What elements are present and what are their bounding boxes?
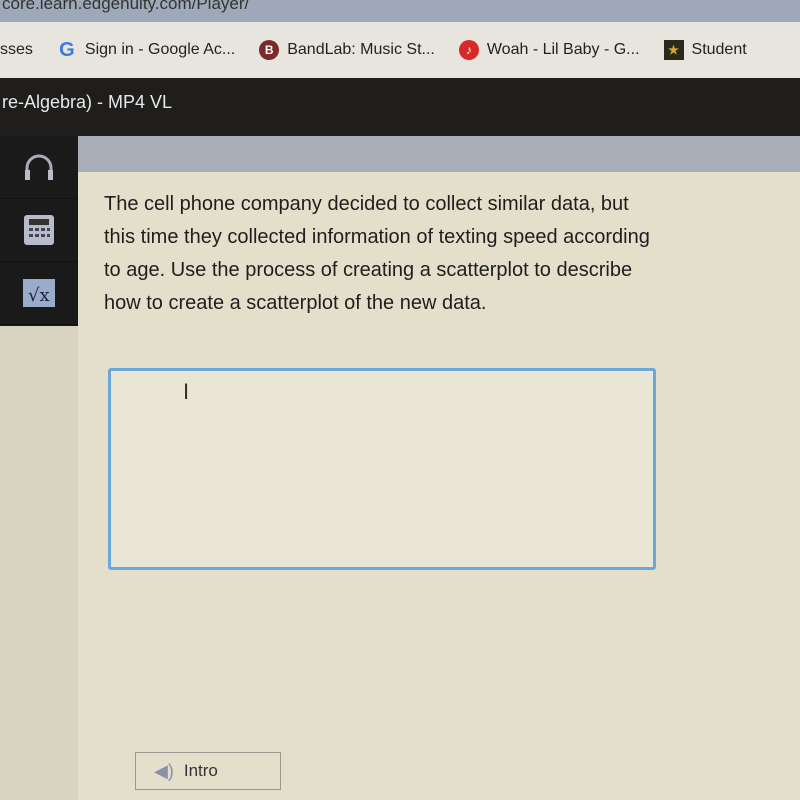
bookmark-label: BandLab: Music St...: [287, 41, 435, 58]
question-text: The cell phone company decided to collec…: [104, 193, 650, 314]
bookmark-google[interactable]: G Sign in - Google Ac...: [57, 38, 236, 61]
bookmark-label: Woah - Lil Baby - G...: [486, 41, 640, 58]
formula-button[interactable]: √x: [0, 262, 78, 325]
bookmarks-bar: sses G Sign in - Google Ac... B BandLab: M…: [0, 22, 800, 78]
star-icon: ★: [663, 40, 684, 60]
page-title: re-Algebra) - MP4 VL: [0, 78, 800, 136]
bookmark-label: Sign in - Google Ac...: [84, 41, 236, 58]
bookmark-label: sses: [0, 41, 33, 58]
bookmark-classes[interactable]: sses: [0, 41, 33, 59]
bandlab-icon: B: [259, 40, 280, 60]
intro-label: Intro: [183, 761, 218, 780]
music-icon: ♪: [458, 40, 479, 60]
headphones-button[interactable]: [0, 136, 78, 199]
sidebar: √x: [0, 136, 78, 326]
bookmark-bandlab[interactable]: B BandLab: Music St...: [259, 40, 435, 60]
calculator-button[interactable]: [0, 199, 78, 262]
svg-text:√x: √x: [28, 285, 50, 306]
address-bar[interactable]: core.learn.edgenuity.com/Player/: [0, 0, 800, 22]
formula-icon: √x: [23, 279, 55, 307]
intro-button[interactable]: ◀) Intro: [135, 752, 281, 790]
calculator-icon: [24, 215, 54, 245]
speaker-icon: ◀): [154, 760, 174, 781]
text-cursor-icon: I: [183, 379, 190, 404]
headphones-icon: [25, 154, 53, 180]
content-area: The cell phone company decided to collec…: [78, 136, 800, 800]
answer-textarea[interactable]: I: [108, 368, 656, 570]
bookmark-student[interactable]: ★ Student: [663, 40, 747, 60]
bookmark-label: Student: [691, 41, 747, 58]
google-icon: G: [59, 38, 75, 61]
bookmark-woah[interactable]: ♪ Woah - Lil Baby - G...: [458, 40, 640, 60]
content-header: [78, 136, 800, 172]
